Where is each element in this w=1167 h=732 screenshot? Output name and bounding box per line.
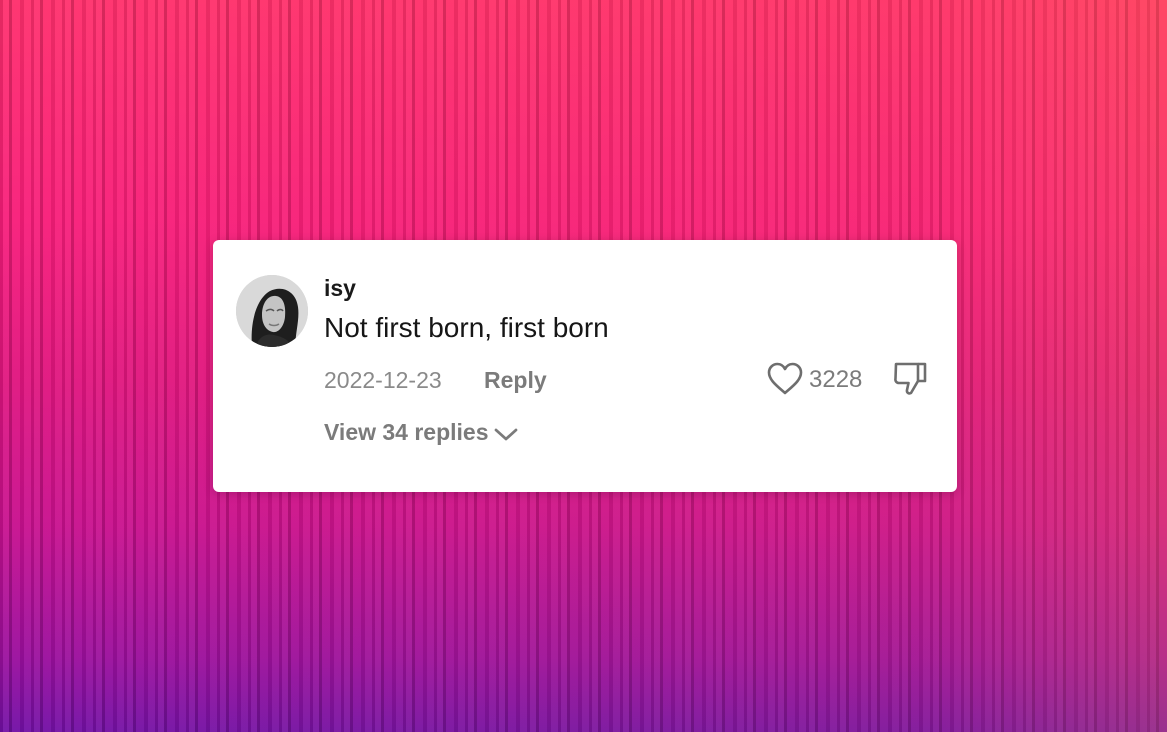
chevron-down-icon [493, 423, 519, 443]
comment-username[interactable]: isy [324, 275, 356, 302]
heart-icon[interactable] [767, 362, 803, 396]
view-replies-label: View 34 replies [324, 419, 489, 445]
reply-button[interactable]: Reply [484, 367, 547, 394]
avatar-image [236, 275, 308, 347]
thumbs-down-icon[interactable] [891, 360, 929, 398]
view-replies-button[interactable]: View 34 replies [324, 419, 519, 446]
comment-card: isy Not first born, first born 2022-12-2… [213, 240, 957, 492]
comment-date: 2022-12-23 [324, 367, 442, 393]
avatar[interactable] [236, 275, 308, 347]
like-count: 3228 [809, 366, 863, 393]
comment-text: Not first born, first born [324, 312, 609, 343]
